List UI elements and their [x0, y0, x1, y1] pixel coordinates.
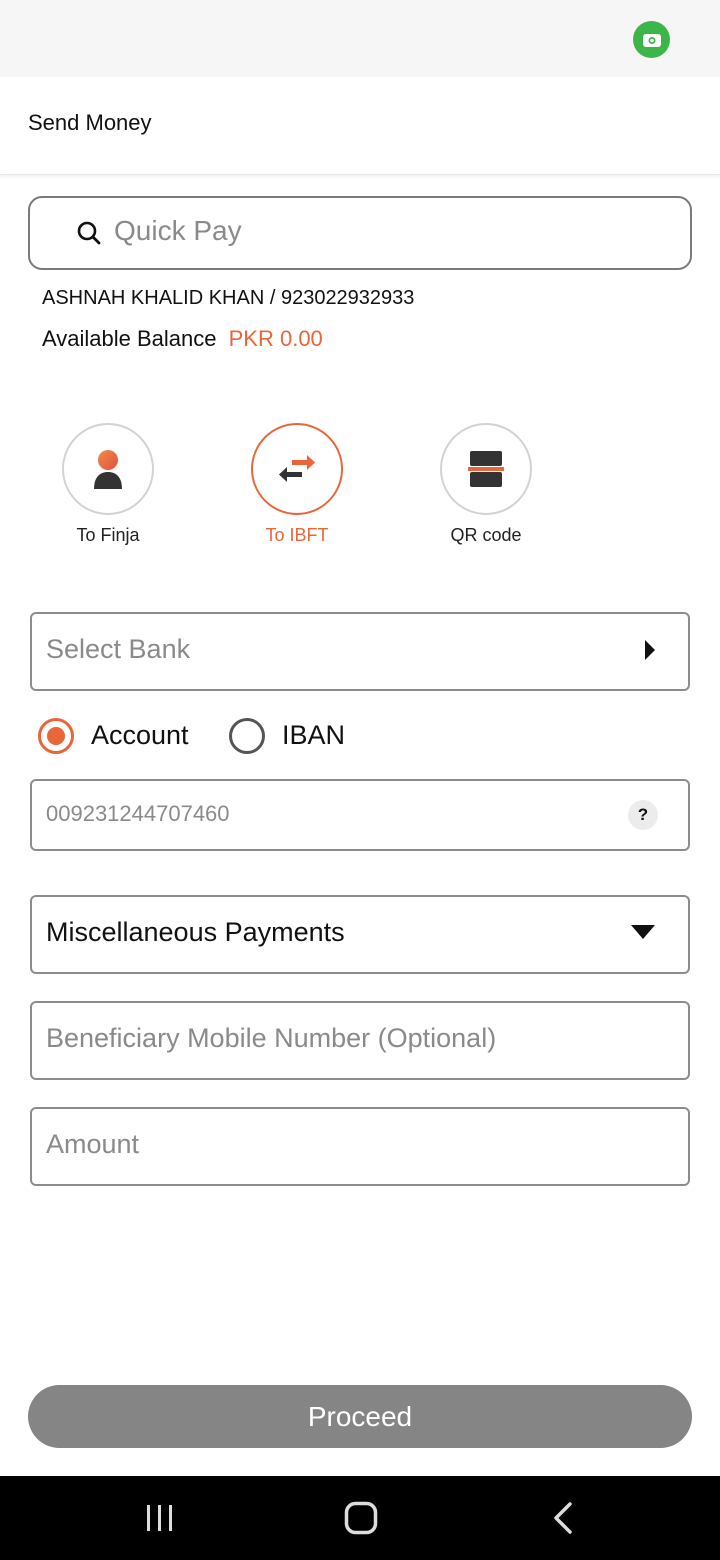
qr-code-label: QR code: [450, 525, 522, 545]
screen-recorder-icon[interactable]: [633, 21, 670, 58]
recent-apps-icon: [147, 1505, 172, 1531]
app-header: Send Money: [0, 77, 720, 175]
option-to-ibft[interactable]: To IBFT: [232, 423, 362, 546]
to-finja-circle[interactable]: [62, 423, 154, 515]
radio-account[interactable]: [38, 718, 74, 754]
radio-iban-label[interactable]: IBAN: [282, 720, 345, 751]
option-qr-code[interactable]: QR code: [421, 423, 551, 546]
system-nav-bar: [0, 1476, 720, 1560]
balance-amount: PKR 0.00: [228, 326, 323, 351]
select-bank-dropdown[interactable]: Select Bank: [30, 612, 690, 691]
select-bank-placeholder: Select Bank: [46, 634, 191, 664]
search-icon: [77, 221, 101, 245]
status-bar: [0, 0, 720, 77]
home-button[interactable]: [321, 1476, 401, 1560]
qr-code-icon: [468, 451, 504, 487]
page-title: Send Money: [28, 110, 152, 135]
home-icon: [344, 1501, 378, 1535]
account-number-placeholder: 009231244707460: [46, 801, 230, 826]
beneficiary-mobile-input[interactable]: Beneficiary Mobile Number (Optional): [30, 1001, 690, 1080]
person-icon: [94, 450, 122, 489]
caret-right-icon: [645, 640, 655, 660]
beneficiary-mobile-placeholder: Beneficiary Mobile Number (Optional): [46, 1023, 497, 1053]
proceed-button[interactable]: Proceed: [28, 1385, 692, 1448]
qr-code-circle[interactable]: [440, 423, 532, 515]
payment-purpose-dropdown[interactable]: Miscellaneous Payments: [30, 895, 690, 974]
recent-apps-button[interactable]: [120, 1476, 200, 1560]
user-name-number: ASHNAH KHALID KHAN / 923022932933: [42, 287, 415, 309]
radio-account-label[interactable]: Account: [91, 720, 189, 751]
amount-input[interactable]: Amount: [30, 1107, 690, 1186]
to-finja-label: To Finja: [76, 525, 140, 545]
option-to-finja[interactable]: To Finja: [43, 423, 173, 546]
back-icon: [554, 1502, 572, 1534]
amount-placeholder: Amount: [46, 1129, 140, 1159]
back-button[interactable]: [523, 1476, 603, 1560]
payment-purpose-value: Miscellaneous Payments: [46, 917, 345, 947]
help-icon[interactable]: ?: [628, 800, 658, 830]
transfer-arrows-icon: [279, 455, 315, 482]
available-balance: Available Balance PKR 0.00: [42, 326, 323, 352]
balance-label: Available Balance: [42, 326, 217, 351]
quick-pay-search[interactable]: Quick Pay: [28, 196, 692, 270]
search-placeholder: Quick Pay: [114, 215, 242, 246]
radio-iban[interactable]: [229, 718, 265, 754]
to-ibft-circle[interactable]: [251, 423, 343, 515]
chevron-down-icon: [631, 925, 655, 939]
to-ibft-label: To IBFT: [265, 525, 329, 545]
account-number-input[interactable]: 009231244707460 ?: [30, 779, 690, 851]
